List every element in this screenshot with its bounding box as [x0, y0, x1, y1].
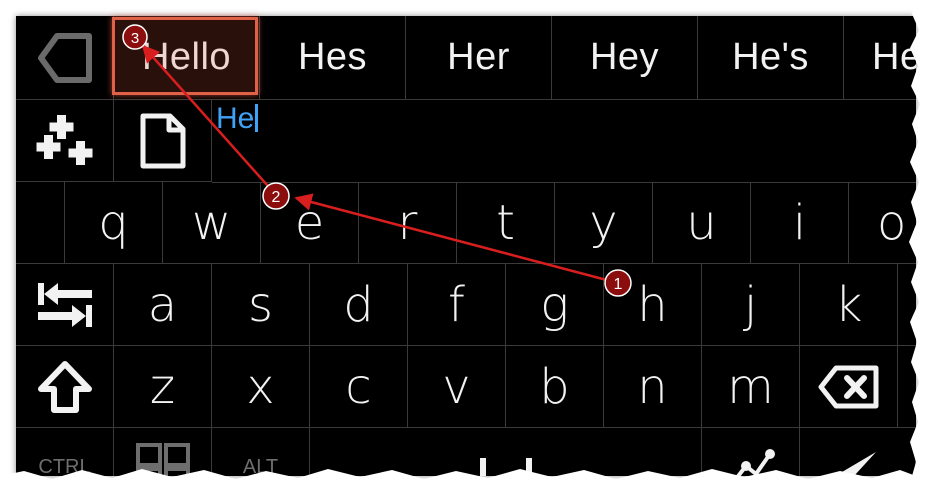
torn-edge-bottom: [0, 469, 929, 490]
annotation-overlay: 1 2 3: [0, 0, 929, 490]
svg-text:3: 3: [131, 30, 139, 47]
annotation-arrow-1-to-2: [294, 193, 619, 285]
annotation-arrow-2-to-3: [141, 44, 269, 187]
annotation-badge-3: 3: [122, 24, 148, 50]
svg-text:1: 1: [614, 276, 623, 293]
torn-edge-right: [909, 0, 929, 490]
annotation-badge-2: 2: [262, 182, 290, 210]
svg-text:2: 2: [272, 189, 281, 206]
annotation-badge-1: 1: [604, 269, 632, 297]
